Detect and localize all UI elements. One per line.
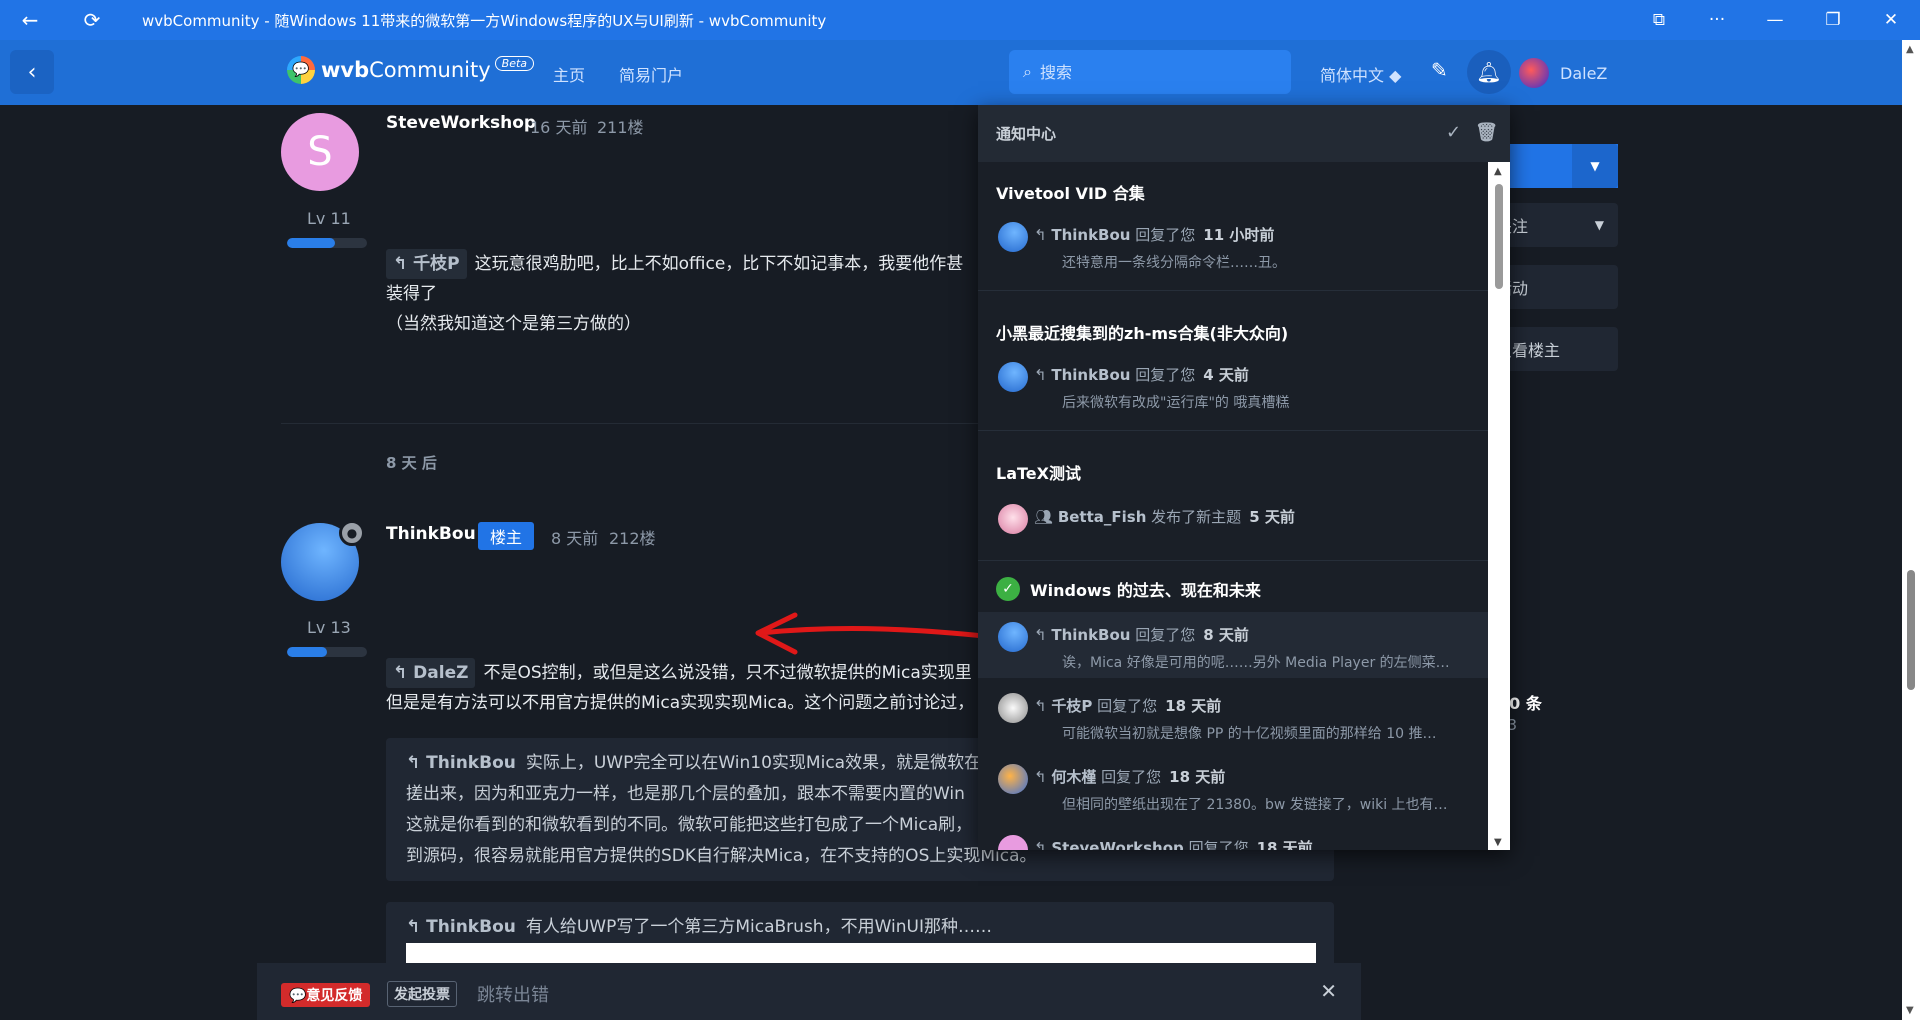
reply-icon: ↰ [1034,226,1052,244]
avatar [998,222,1028,252]
notification-item[interactable]: ↰ ThinkBou 回复了您 8 天前 诶，Mica 好像是可用的呢……另外 M… [978,612,1488,678]
scroll-down-icon[interactable]: ▼ [1494,837,1502,848]
user-group-icon: 👥︎ [1034,508,1058,526]
feedback-button[interactable]: 💬意见反馈 [281,983,371,1007]
avatar [998,764,1028,794]
mark-read-icon[interactable]: ✓ [1446,122,1461,143]
scroll-thumb[interactable] [1495,184,1503,289]
avatar [998,835,1028,850]
red-annotation-arrow [755,612,1023,655]
notification-scrollbar[interactable]: ▲ ▼ [1488,162,1510,850]
notification-header: 通知中心 ✓ 🗑︎ [978,105,1510,162]
start-vote-button[interactable]: 发起投票 [387,981,457,1007]
notification-item[interactable]: ↰ 何木槿 回复了您 18 天前 但相同的壁纸出现在了 21380。bw 发链接了… [978,754,1488,820]
notification-group-title[interactable]: 小黑最近搜集到的zh-ms合集(非大众向) [996,320,1288,344]
avatar [998,504,1028,534]
close-icon[interactable]: ✕ [1320,979,1337,1003]
reply-icon: ↰ [1034,768,1052,786]
notification-item[interactable]: ↰ SteveWorkshop 回复了您 18 天前 [978,825,1488,850]
notification-item[interactable]: 👥︎ Betta_Fish 发布了新主题 5 天前 [978,494,1488,560]
reply-icon: ↰ [1034,839,1052,850]
scroll-thumb[interactable] [1907,570,1915,690]
notification-item[interactable]: ↰ ThinkBou 回复了您 11 小时前 还特意用一条线分隔命令栏……丑。 [978,212,1488,278]
scroll-up-icon[interactable]: ▲ [1494,166,1502,177]
avatar [998,693,1028,723]
notification-group-title[interactable]: Vivetool VID 合集 [996,180,1145,204]
notification-group-title[interactable]: LaTeX测试 [996,460,1081,484]
reply-icon: ↰ [1034,626,1052,644]
scroll-up-icon[interactable]: ▲ [1906,44,1914,55]
jump-error-text: 跳转出错 [477,985,549,1006]
reply-icon: ↰ [1034,697,1052,715]
reply-icon: ↰ [1034,366,1052,384]
notification-item[interactable]: ↰ ThinkBou 回复了您 4 天前 后来微软有改成"运行库"的 哦真槽糕 [978,352,1488,418]
notification-list: Vivetool VID 合集 ↰ ThinkBou 回复了您 11 小时前 还特… [978,162,1488,850]
avatar [998,622,1028,652]
notification-item[interactable]: ↰ 千枝P 回复了您 18 天前 可能微软当初就是想像 PP 的十亿视频里面的那样… [978,683,1488,749]
scroll-down-icon[interactable]: ▼ [1906,1005,1914,1016]
notification-panel: 通知中心 ✓ 🗑︎ Vivetool VID 合集 ↰ ThinkBou 回复了… [978,105,1510,850]
check-circle-icon: ✓ [996,577,1020,601]
trash-icon[interactable]: 🗑︎ [1475,122,1498,143]
bottom-toolbar: 💬意见反馈 发起投票 跳转出错 ✕ [257,963,1361,1020]
avatar [998,362,1028,392]
notification-group-title[interactable]: ✓ Windows 的过去、现在和未来 [996,577,1261,601]
page-scrollbar[interactable]: ▲ ▼ [1902,40,1920,1020]
